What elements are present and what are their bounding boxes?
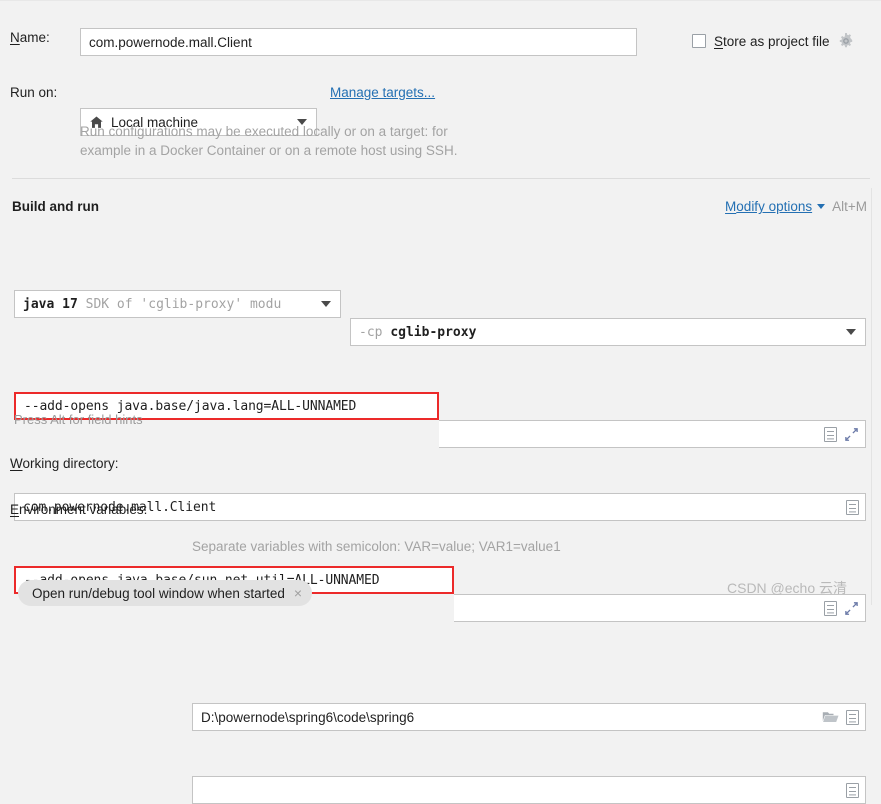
name-label-mnemonic: N [10, 30, 20, 45]
expand-icon[interactable] [844, 601, 859, 616]
classpath-module-name: cglib-proxy [390, 324, 477, 340]
environment-variables-hint: Separate variables with semicolon: VAR=v… [192, 539, 561, 554]
name-label-group: Name: [10, 30, 50, 45]
working-directory-mnemonic: W [10, 456, 23, 471]
environment-variables-label-rest: nvironment variables: [19, 502, 148, 517]
main-class-icons [840, 499, 859, 515]
run-on-description-line2: example in a Docker Container or on a re… [80, 143, 458, 158]
store-as-project-file-mnemonic: S [714, 33, 724, 49]
field-hints-text: Press Alt for field hints [14, 412, 143, 427]
document-icon[interactable] [846, 709, 859, 725]
environment-variables-icons [840, 782, 859, 798]
modify-options-shortcut: Alt+M [832, 199, 867, 214]
top-separator [0, 0, 881, 1]
classpath-module-value: -cp cglib-proxy [359, 325, 842, 340]
run-on-description-line1: Run configurations may be executed local… [80, 124, 448, 139]
document-icon[interactable] [846, 782, 859, 798]
expand-icon[interactable] [844, 427, 859, 442]
program-arguments-icons [818, 600, 859, 616]
manage-targets-link[interactable]: Manage targets... [330, 85, 435, 100]
watermark: CSDN @echo 云清 [727, 580, 848, 596]
classpath-prefix: -cp [359, 324, 383, 340]
build-and-run-title: Build and run [12, 199, 99, 214]
store-as-project-file-label: Store as project file [714, 34, 830, 49]
jre-combo-sdk-note: SDK of 'cglib-proxy' modu [85, 296, 282, 312]
document-icon[interactable] [824, 600, 837, 616]
gear-icon[interactable] [838, 33, 854, 49]
name-input[interactable]: com.powernode.mall.Client [80, 28, 637, 56]
store-as-project-file-checkbox[interactable] [692, 34, 706, 48]
working-directory-label-rest: orking directory: [22, 456, 119, 471]
program-arguments-input-trailing[interactable] [454, 594, 866, 622]
working-directory-icons [816, 709, 859, 725]
modify-options-group[interactable]: Modify options Alt+M [725, 199, 867, 214]
working-directory-input[interactable]: D:\powernode\spring6\code\spring6 [192, 703, 866, 731]
name-label-rest: ame: [19, 30, 50, 45]
document-icon[interactable] [846, 499, 859, 515]
jre-combo-value: java 17 SDK of 'cglib-proxy' modu [23, 297, 317, 312]
store-as-project-file-checkbox-row[interactable]: Store as project file [692, 33, 854, 49]
chevron-down-icon-modify-options[interactable] [817, 204, 826, 209]
name-input-value: com.powernode.mall.Client [89, 34, 252, 50]
working-directory-value: D:\powernode\spring6\code\spring6 [201, 709, 415, 725]
name-label: Name: [10, 30, 50, 45]
environment-variables-input[interactable] [192, 776, 866, 804]
open-run-debug-tool-window-label: Open run/debug tool window when started [32, 585, 285, 601]
vertical-scrollbar[interactable] [871, 188, 881, 605]
environment-variables-label: Environment variables: [10, 502, 147, 517]
modify-options-mnemonic: M [725, 199, 737, 214]
classpath-module-combo[interactable]: -cp cglib-proxy [350, 318, 866, 346]
run-on-label: Run on: [10, 85, 58, 100]
store-as-project-file-label-rest: tore as project file [723, 33, 830, 49]
run-on-description: Run configurations may be executed local… [80, 122, 640, 160]
section-divider [12, 178, 870, 179]
close-icon[interactable]: × [294, 586, 302, 600]
modify-options-link[interactable]: Modify options [725, 199, 812, 214]
environment-variables-mnemonic: E [10, 502, 20, 517]
chevron-down-icon-jre[interactable] [321, 301, 331, 307]
run-configuration-dialog: Name: com.powernode.mall.Client Store as… [0, 0, 881, 804]
vm-options-icons [818, 426, 859, 442]
jre-combo[interactable]: java 17 SDK of 'cglib-proxy' modu [14, 290, 341, 318]
working-directory-label: Working directory: [10, 456, 119, 471]
vm-options-input-trailing[interactable] [439, 420, 866, 448]
document-icon[interactable] [824, 426, 837, 442]
folder-icon[interactable] [822, 710, 839, 724]
jre-combo-version: java 17 [23, 296, 78, 312]
modify-options-label: odify options [736, 199, 813, 214]
open-run-debug-tool-window-chip[interactable]: Open run/debug tool window when started … [18, 580, 313, 606]
chevron-down-icon-classpath[interactable] [846, 329, 856, 335]
